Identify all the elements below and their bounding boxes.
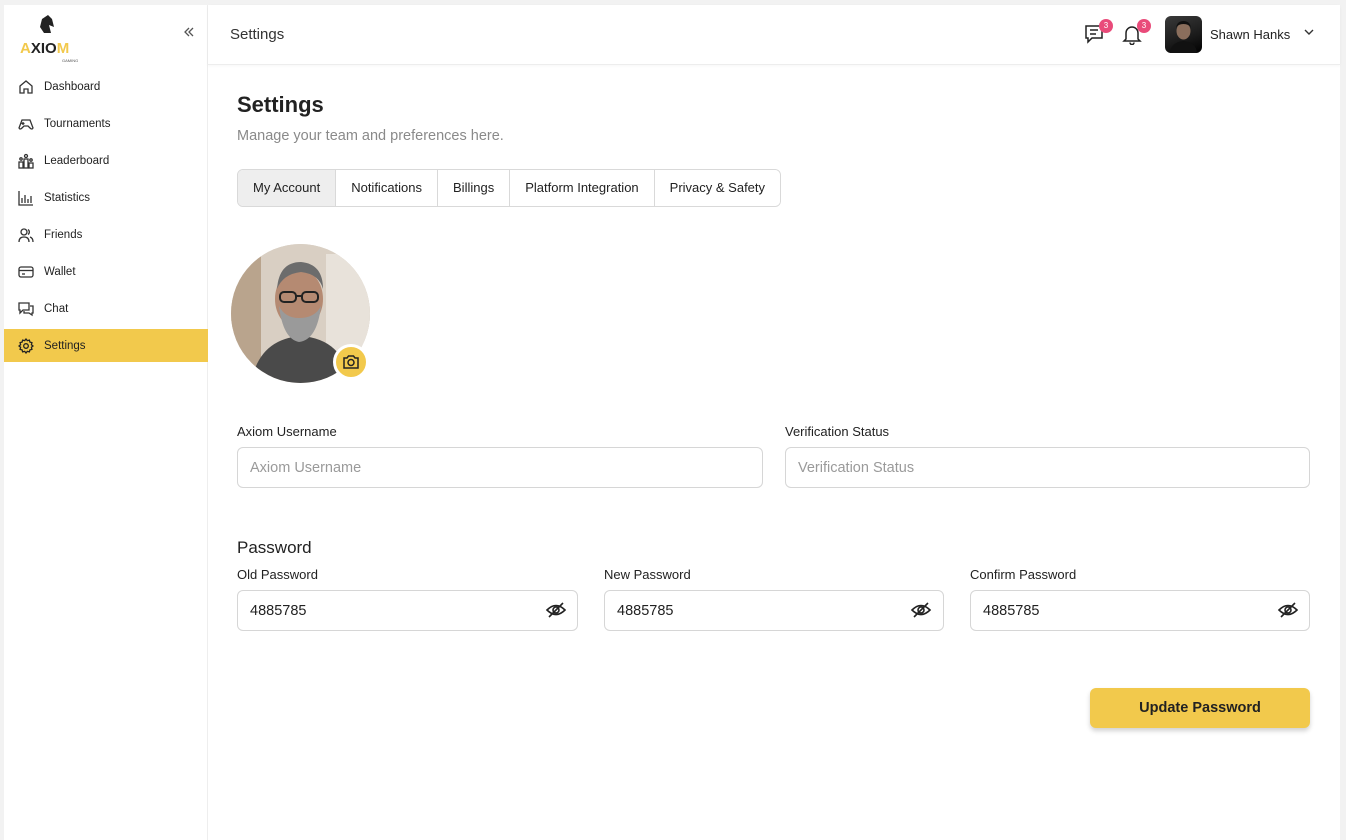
verification-label: Verification Status bbox=[785, 424, 890, 439]
tab-billings[interactable]: Billings bbox=[438, 170, 511, 206]
sidebar-item-dashboard[interactable]: Dashboard bbox=[4, 70, 208, 103]
bar-chart-icon bbox=[18, 190, 34, 206]
tab-privacy-safety[interactable]: Privacy & Safety bbox=[654, 170, 781, 206]
chevrons-left-icon[interactable] bbox=[180, 25, 198, 43]
old-password-label: Old Password bbox=[237, 567, 318, 582]
new-password-label: New Password bbox=[604, 567, 691, 582]
messages-badge: 3 bbox=[1099, 19, 1113, 33]
tab-my-account[interactable]: My Account bbox=[238, 170, 337, 206]
eye-off-icon[interactable] bbox=[910, 599, 932, 621]
header-title: Settings bbox=[230, 26, 285, 43]
change-photo-button[interactable] bbox=[333, 344, 369, 380]
eye-off-icon[interactable] bbox=[545, 599, 567, 621]
gamepad-icon bbox=[18, 116, 34, 132]
top-header: Settings 3 3 Shawn Hanks bbox=[208, 5, 1340, 65]
settings-tabs: My Account Notifications Billings Platfo… bbox=[237, 169, 782, 207]
users-icon bbox=[18, 227, 34, 243]
svg-text:GAMING: GAMING bbox=[62, 58, 78, 63]
sidebar-item-chat[interactable]: Chat bbox=[4, 292, 208, 325]
leaderboard-icon bbox=[18, 153, 34, 169]
camera-icon bbox=[343, 355, 359, 369]
sidebar: AXIOM GAMING Dashboard Tournaments Leade bbox=[4, 5, 208, 840]
notifications-badge: 3 bbox=[1137, 19, 1151, 33]
axiom-logo[interactable]: AXIOM GAMING bbox=[18, 13, 90, 65]
notifications-button[interactable]: 3 bbox=[1121, 19, 1151, 47]
gear-icon bbox=[18, 337, 34, 354]
sidebar-item-friends[interactable]: Friends bbox=[4, 218, 208, 251]
sidebar-item-label: Dashboard bbox=[44, 80, 101, 93]
sidebar-item-label: Wallet bbox=[44, 265, 76, 278]
sidebar-item-wallet[interactable]: Wallet bbox=[4, 255, 208, 288]
sidebar-item-label: Tournaments bbox=[44, 117, 111, 130]
sidebar-item-label: Statistics bbox=[44, 191, 91, 204]
wallet-icon bbox=[18, 264, 34, 280]
page-title: Settings bbox=[237, 92, 324, 117]
page-subtitle: Manage your team and preferences here. bbox=[237, 128, 504, 144]
eye-off-icon[interactable] bbox=[1277, 599, 1299, 621]
confirm-password-input[interactable] bbox=[970, 590, 1310, 631]
tab-platform-integration[interactable]: Platform Integration bbox=[510, 170, 655, 206]
home-icon bbox=[18, 79, 34, 95]
update-password-button[interactable]: Update Password bbox=[1090, 688, 1310, 728]
user-avatar[interactable] bbox=[1165, 16, 1202, 53]
new-password-input[interactable] bbox=[604, 590, 944, 631]
user-name[interactable]: Shawn Hanks bbox=[1210, 27, 1290, 42]
sidebar-item-label: Leaderboard bbox=[44, 154, 110, 167]
sidebar-item-label: Settings bbox=[44, 339, 86, 352]
username-input[interactable] bbox=[237, 447, 763, 488]
sidebar-item-leaderboard[interactable]: Leaderboard bbox=[4, 144, 208, 177]
password-section-title: Password bbox=[237, 538, 312, 557]
sidebar-item-settings[interactable]: Settings bbox=[4, 329, 208, 362]
sidebar-item-statistics[interactable]: Statistics bbox=[4, 181, 208, 214]
sidebar-item-tournaments[interactable]: Tournaments bbox=[4, 107, 208, 140]
tab-notifications[interactable]: Notifications bbox=[336, 170, 439, 206]
username-label: Axiom Username bbox=[237, 424, 337, 439]
sidebar-item-label: Friends bbox=[44, 228, 83, 241]
chat-icon bbox=[18, 301, 34, 317]
svg-text:AXIOM: AXIOM bbox=[20, 40, 69, 57]
sidebar-nav: Dashboard Tournaments Leaderboard Statis… bbox=[4, 70, 208, 366]
old-password-input[interactable] bbox=[237, 590, 578, 631]
sidebar-item-label: Chat bbox=[44, 302, 69, 315]
messages-button[interactable]: 3 bbox=[1083, 19, 1113, 47]
chevron-down-icon[interactable] bbox=[1302, 25, 1316, 39]
confirm-password-label: Confirm Password bbox=[970, 567, 1077, 582]
verification-input[interactable] bbox=[785, 447, 1310, 488]
